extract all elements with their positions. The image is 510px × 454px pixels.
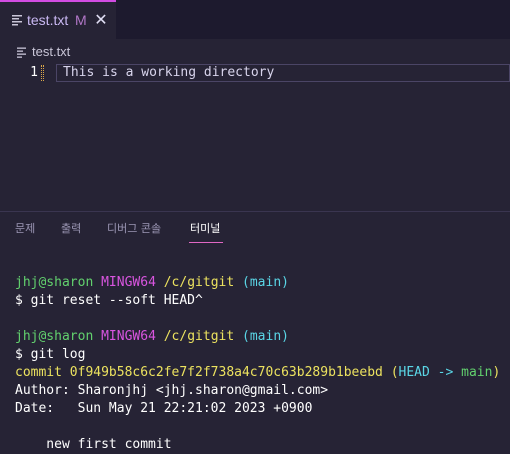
tab-output[interactable]: 출력 — [61, 222, 81, 236]
tab-problems[interactable]: 문제 — [15, 222, 35, 236]
ref-open: ( — [390, 365, 399, 380]
editor-tab-bar: test.txt M ✕ — [0, 0, 510, 39]
tab-terminal[interactable]: 터미널 — [190, 222, 220, 236]
tab-test-txt[interactable]: test.txt M ✕ — [0, 0, 116, 39]
tab-label: test.txt — [27, 12, 69, 28]
tab-debug-console[interactable]: 디버그 콘솔 — [107, 222, 161, 236]
terminal-prompt: jhj@sharon MINGW64 /c/gitgit (main) — [15, 328, 510, 346]
ref-close: ) — [492, 365, 501, 380]
close-icon[interactable]: ✕ — [93, 10, 109, 30]
commit-message: new first commit — [15, 437, 172, 452]
commit-hash-line: commit 0f949b58c6c2fe7f2f738a4c70c63b289… — [15, 364, 510, 382]
prompt-user: jhj@sharon — [15, 275, 94, 290]
file-lines-icon — [17, 47, 26, 58]
terminal-command: $ git reset --soft HEAD^ — [15, 293, 203, 308]
commit-hash: commit 0f949b58c6c2fe7f2f738a4c70c63b289… — [15, 365, 383, 380]
prompt-user: jhj@sharon — [15, 329, 94, 344]
editor-text-line[interactable]: This is a working directory — [63, 65, 274, 81]
active-tab-indicator — [189, 242, 223, 243]
commit-date: Date: Sun May 21 22:21:02 2023 +0900 — [15, 401, 313, 416]
terminal-prompt: jhj@sharon MINGW64 /c/gitgit (main) — [15, 274, 510, 292]
modified-status-badge: M — [75, 12, 87, 28]
ref-arrow: -> — [437, 365, 454, 380]
line-number: 1 — [30, 65, 38, 80]
prompt-system: MINGW64 — [101, 329, 156, 344]
prompt-path: /c/gitgit — [163, 329, 235, 344]
branch-ref: main — [461, 365, 493, 380]
prompt-path: /c/gitgit — [163, 275, 235, 290]
panel-tab-bar: 문제 출력 디버그 콘솔 터미널 — [0, 212, 510, 246]
terminal-command: $ git log — [15, 347, 86, 362]
file-lines-icon — [12, 15, 22, 26]
breadcrumb-file-label: test.txt — [32, 44, 71, 59]
indent-guide — [41, 65, 44, 81]
terminal-output[interactable]: jhj@sharon MINGW64 /c/gitgit (main) $ gi… — [15, 274, 510, 454]
head-ref: HEAD — [398, 365, 430, 380]
prompt-branch: (main) — [242, 329, 289, 344]
commit-author: Author: Sharonjhj <jhj.sharon@gmail.com> — [15, 383, 329, 398]
prompt-branch: (main) — [242, 275, 289, 290]
prompt-system: MINGW64 — [101, 275, 156, 290]
